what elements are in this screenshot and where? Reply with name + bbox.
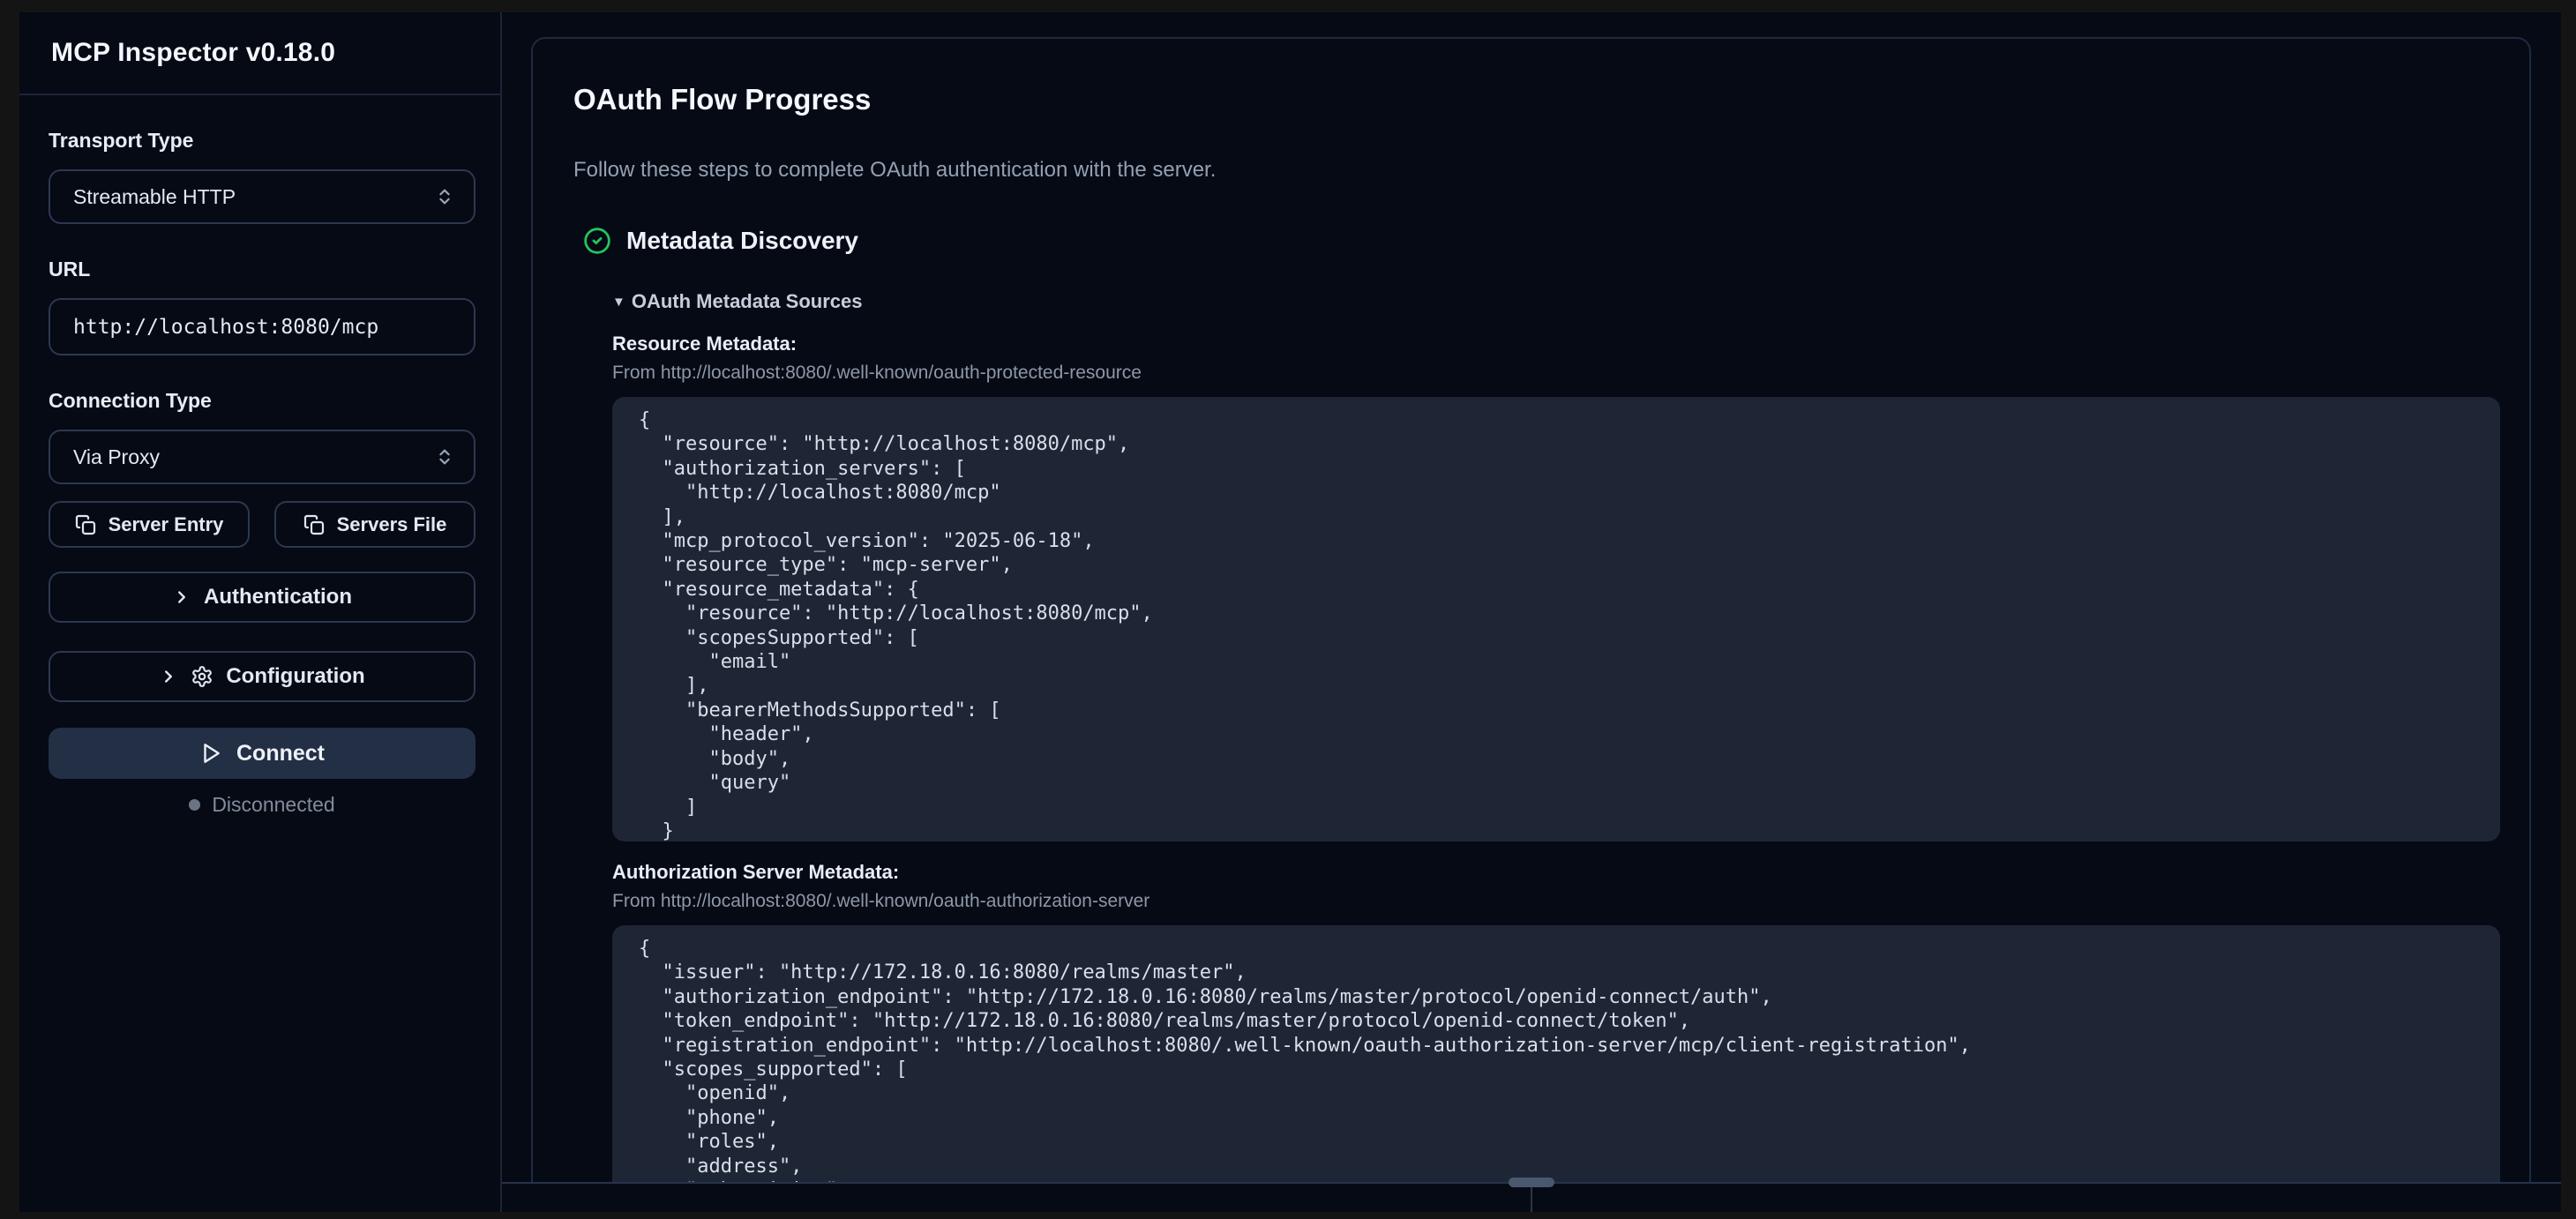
resize-handle-tick <box>1531 1187 1532 1212</box>
transport-type-select[interactable]: Streamable HTTP <box>49 169 476 224</box>
oauth-metadata-sources-label: OAuth Metadata Sources <box>632 290 863 313</box>
connection-type-select[interactable]: Via Proxy <box>49 430 476 484</box>
server-entry-label: Server Entry <box>109 513 224 536</box>
sidebar-header: MCP Inspector v0.18.0 <box>19 12 500 95</box>
authentication-toggle[interactable]: Authentication <box>49 572 476 623</box>
copy-icon <box>303 514 325 535</box>
oauth-metadata-sources-toggle[interactable]: ▼ OAuth Metadata Sources <box>612 290 2494 313</box>
authentication-label: Authentication <box>204 585 352 610</box>
server-entry-button[interactable]: Server Entry <box>49 501 250 548</box>
sidebar: MCP Inspector v0.18.0 Transport Type Str… <box>19 12 502 1212</box>
oauth-flow-card: OAuth Flow Progress Follow these steps t… <box>531 37 2531 1182</box>
panel-resize-handle[interactable] <box>1509 1178 1554 1187</box>
connection-type-label: Connection Type <box>49 389 476 413</box>
page-title: OAuth Flow Progress <box>573 83 2494 116</box>
servers-file-button[interactable]: Servers File <box>274 501 476 548</box>
connection-status: Disconnected <box>49 793 476 817</box>
chevrons-up-down-icon <box>435 447 454 467</box>
oauth-flow-content: OAuth Flow Progress Follow these steps t… <box>533 39 2529 1182</box>
step-title: Metadata Discovery <box>626 227 858 255</box>
url-input[interactable] <box>49 298 476 355</box>
resource-metadata-source: From http://localhost:8080/.well-known/o… <box>612 363 2494 384</box>
chevron-right-icon <box>172 587 191 607</box>
check-circle-icon <box>583 227 611 255</box>
configuration-toggle[interactable]: Configuration <box>49 651 476 702</box>
transport-type-label: Transport Type <box>49 129 476 153</box>
auth-server-metadata-label: Authorization Server Metadata: <box>612 861 2494 884</box>
status-dot-icon <box>189 799 200 811</box>
triangle-down-icon: ▼ <box>612 295 625 310</box>
chevrons-up-down-icon <box>435 187 454 206</box>
connection-type-value: Via Proxy <box>73 445 160 469</box>
connect-button[interactable]: Connect <box>49 728 476 779</box>
resource-metadata-json[interactable]: { "resource": "http://localhost:8080/mcp… <box>612 397 2500 841</box>
sidebar-body: Transport Type Streamable HTTP URL Conne… <box>19 129 500 817</box>
copy-buttons-row: Server Entry Servers File <box>49 501 476 548</box>
step-body: ▼ OAuth Metadata Sources Resource Metada… <box>573 290 2494 1182</box>
resource-metadata-label: Resource Metadata: <box>612 333 2494 355</box>
auth-server-metadata-json[interactable]: { "issuer": "http://172.18.0.16:8080/rea… <box>612 925 2500 1182</box>
step-metadata-discovery: Metadata Discovery <box>573 227 2494 255</box>
status-label: Disconnected <box>212 793 334 817</box>
gear-icon <box>191 665 213 688</box>
auth-server-metadata-source: From http://localhost:8080/.well-known/o… <box>612 891 2494 912</box>
url-label: URL <box>49 258 476 281</box>
servers-file-label: Servers File <box>337 513 447 536</box>
connect-label: Connect <box>236 741 325 767</box>
copy-icon <box>75 514 96 535</box>
app-title: MCP Inspector v0.18.0 <box>51 38 335 68</box>
transport-type-value: Streamable HTTP <box>73 185 236 209</box>
page-subtitle: Follow these steps to complete OAuth aut… <box>573 158 2494 183</box>
configuration-label: Configuration <box>226 664 364 689</box>
chevron-right-icon <box>159 667 178 686</box>
app-window: MCP Inspector v0.18.0 Transport Type Str… <box>19 12 2561 1212</box>
play-icon <box>199 742 222 765</box>
